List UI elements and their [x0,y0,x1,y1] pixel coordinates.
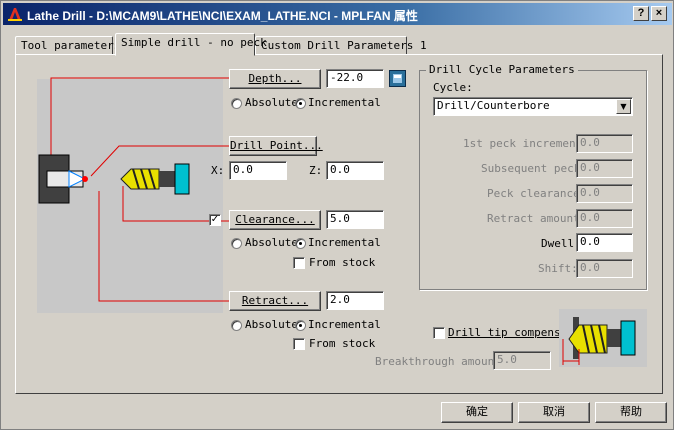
clearance-checkbox[interactable]: ✓ [209,214,221,226]
chevron-down-icon[interactable]: ▼ [616,99,631,114]
drill-point-x-label: X: [211,164,225,177]
dialog-window: Lathe Drill - D:\MCAM9\LATHE\NCI\EXAM_LA… [0,0,674,430]
breakthrough-label: Breakthrough amount: [375,355,508,368]
retract-incremental-radio[interactable] [295,320,306,331]
clearance-absolute-radio[interactable] [231,238,242,249]
tab-simple-drill[interactable]: Simple drill - no peck [115,33,267,56]
shift-label: Shift: [538,262,578,275]
clearance-button[interactable]: Clearance... [229,210,321,230]
first-peck-label: 1st peck increment: [463,137,589,150]
cancel-button[interactable]: 取消 [518,402,590,423]
clearance-from-stock-label: From stock [309,256,376,269]
subsequent-peck-label: Subsequent peck: [481,162,587,175]
shift-input: 0.0 [576,259,633,278]
depth-incremental-label: Incremental [308,96,381,109]
clearance-from-stock-checkbox[interactable] [293,257,305,269]
cycle-select[interactable]: Drill/Counterbore ▼ [433,97,633,116]
retract-button-label: Retract... [241,294,309,307]
help-button[interactable]: 帮助 [595,402,667,423]
drill-point-z-input[interactable]: 0.0 [326,161,384,180]
calculator-icon[interactable] [389,70,406,87]
depth-absolute-radio[interactable] [231,98,242,109]
drill-point-button-label: Drill Point... [230,139,323,152]
drill-point-marker [82,176,88,182]
cycle-label: Cycle: [433,81,473,94]
dwell-input[interactable]: 0.0 [576,233,633,252]
retract-input[interactable]: 2.0 [326,291,384,310]
dwell-label: Dwell [541,237,575,250]
retract-from-stock-label: From stock [309,337,376,350]
clearance-incremental-label: Incremental [308,236,381,249]
peck-clearance-label: Peck clearance: [487,187,587,200]
drill-point-z-label: Z: [309,164,323,177]
drill-cycle-title: Drill Cycle Parameters [426,63,578,76]
subsequent-peck-input: 0.0 [576,159,633,178]
clearance-incremental-radio[interactable] [295,238,306,249]
depth-button-label: Depth... [248,72,302,85]
drill-tip-checkbox[interactable] [433,327,445,339]
retract-button[interactable]: Retract... [229,291,321,311]
clearance-button-label: Clearance... [235,213,315,226]
ok-button[interactable]: 确定 [441,402,513,423]
retract-incremental-label: Incremental [308,318,381,331]
retract-amount-label: Retract amount: [487,212,587,225]
depth-button[interactable]: Depth... [229,69,321,89]
clearance-input[interactable]: 5.0 [326,210,384,229]
retract-absolute-label: Absolute [245,318,298,331]
clearance-absolute-label: Absolute [245,236,298,249]
retract-amount-input: 0.0 [576,209,633,228]
drill-point-button[interactable]: Drill Point... [229,136,323,156]
drill-point-x-input[interactable]: 0.0 [229,161,287,180]
depth-incremental-radio[interactable] [295,98,306,109]
depth-input[interactable]: -22.0 [326,69,384,88]
drill-tip-compensation-icon [559,309,647,367]
depth-absolute-label: Absolute [245,96,298,109]
peck-clearance-input: 0.0 [576,184,633,203]
first-peck-input: 0.0 [576,134,633,153]
retract-from-stock-checkbox[interactable] [293,338,305,350]
retract-absolute-radio[interactable] [231,320,242,331]
workpiece-icon [38,154,87,204]
breakthrough-input: 5.0 [493,351,551,370]
drill-tool-icon [120,163,190,195]
drill-tip-label: Drill tip compens [448,326,561,339]
cycle-select-value: Drill/Counterbore [437,99,550,112]
